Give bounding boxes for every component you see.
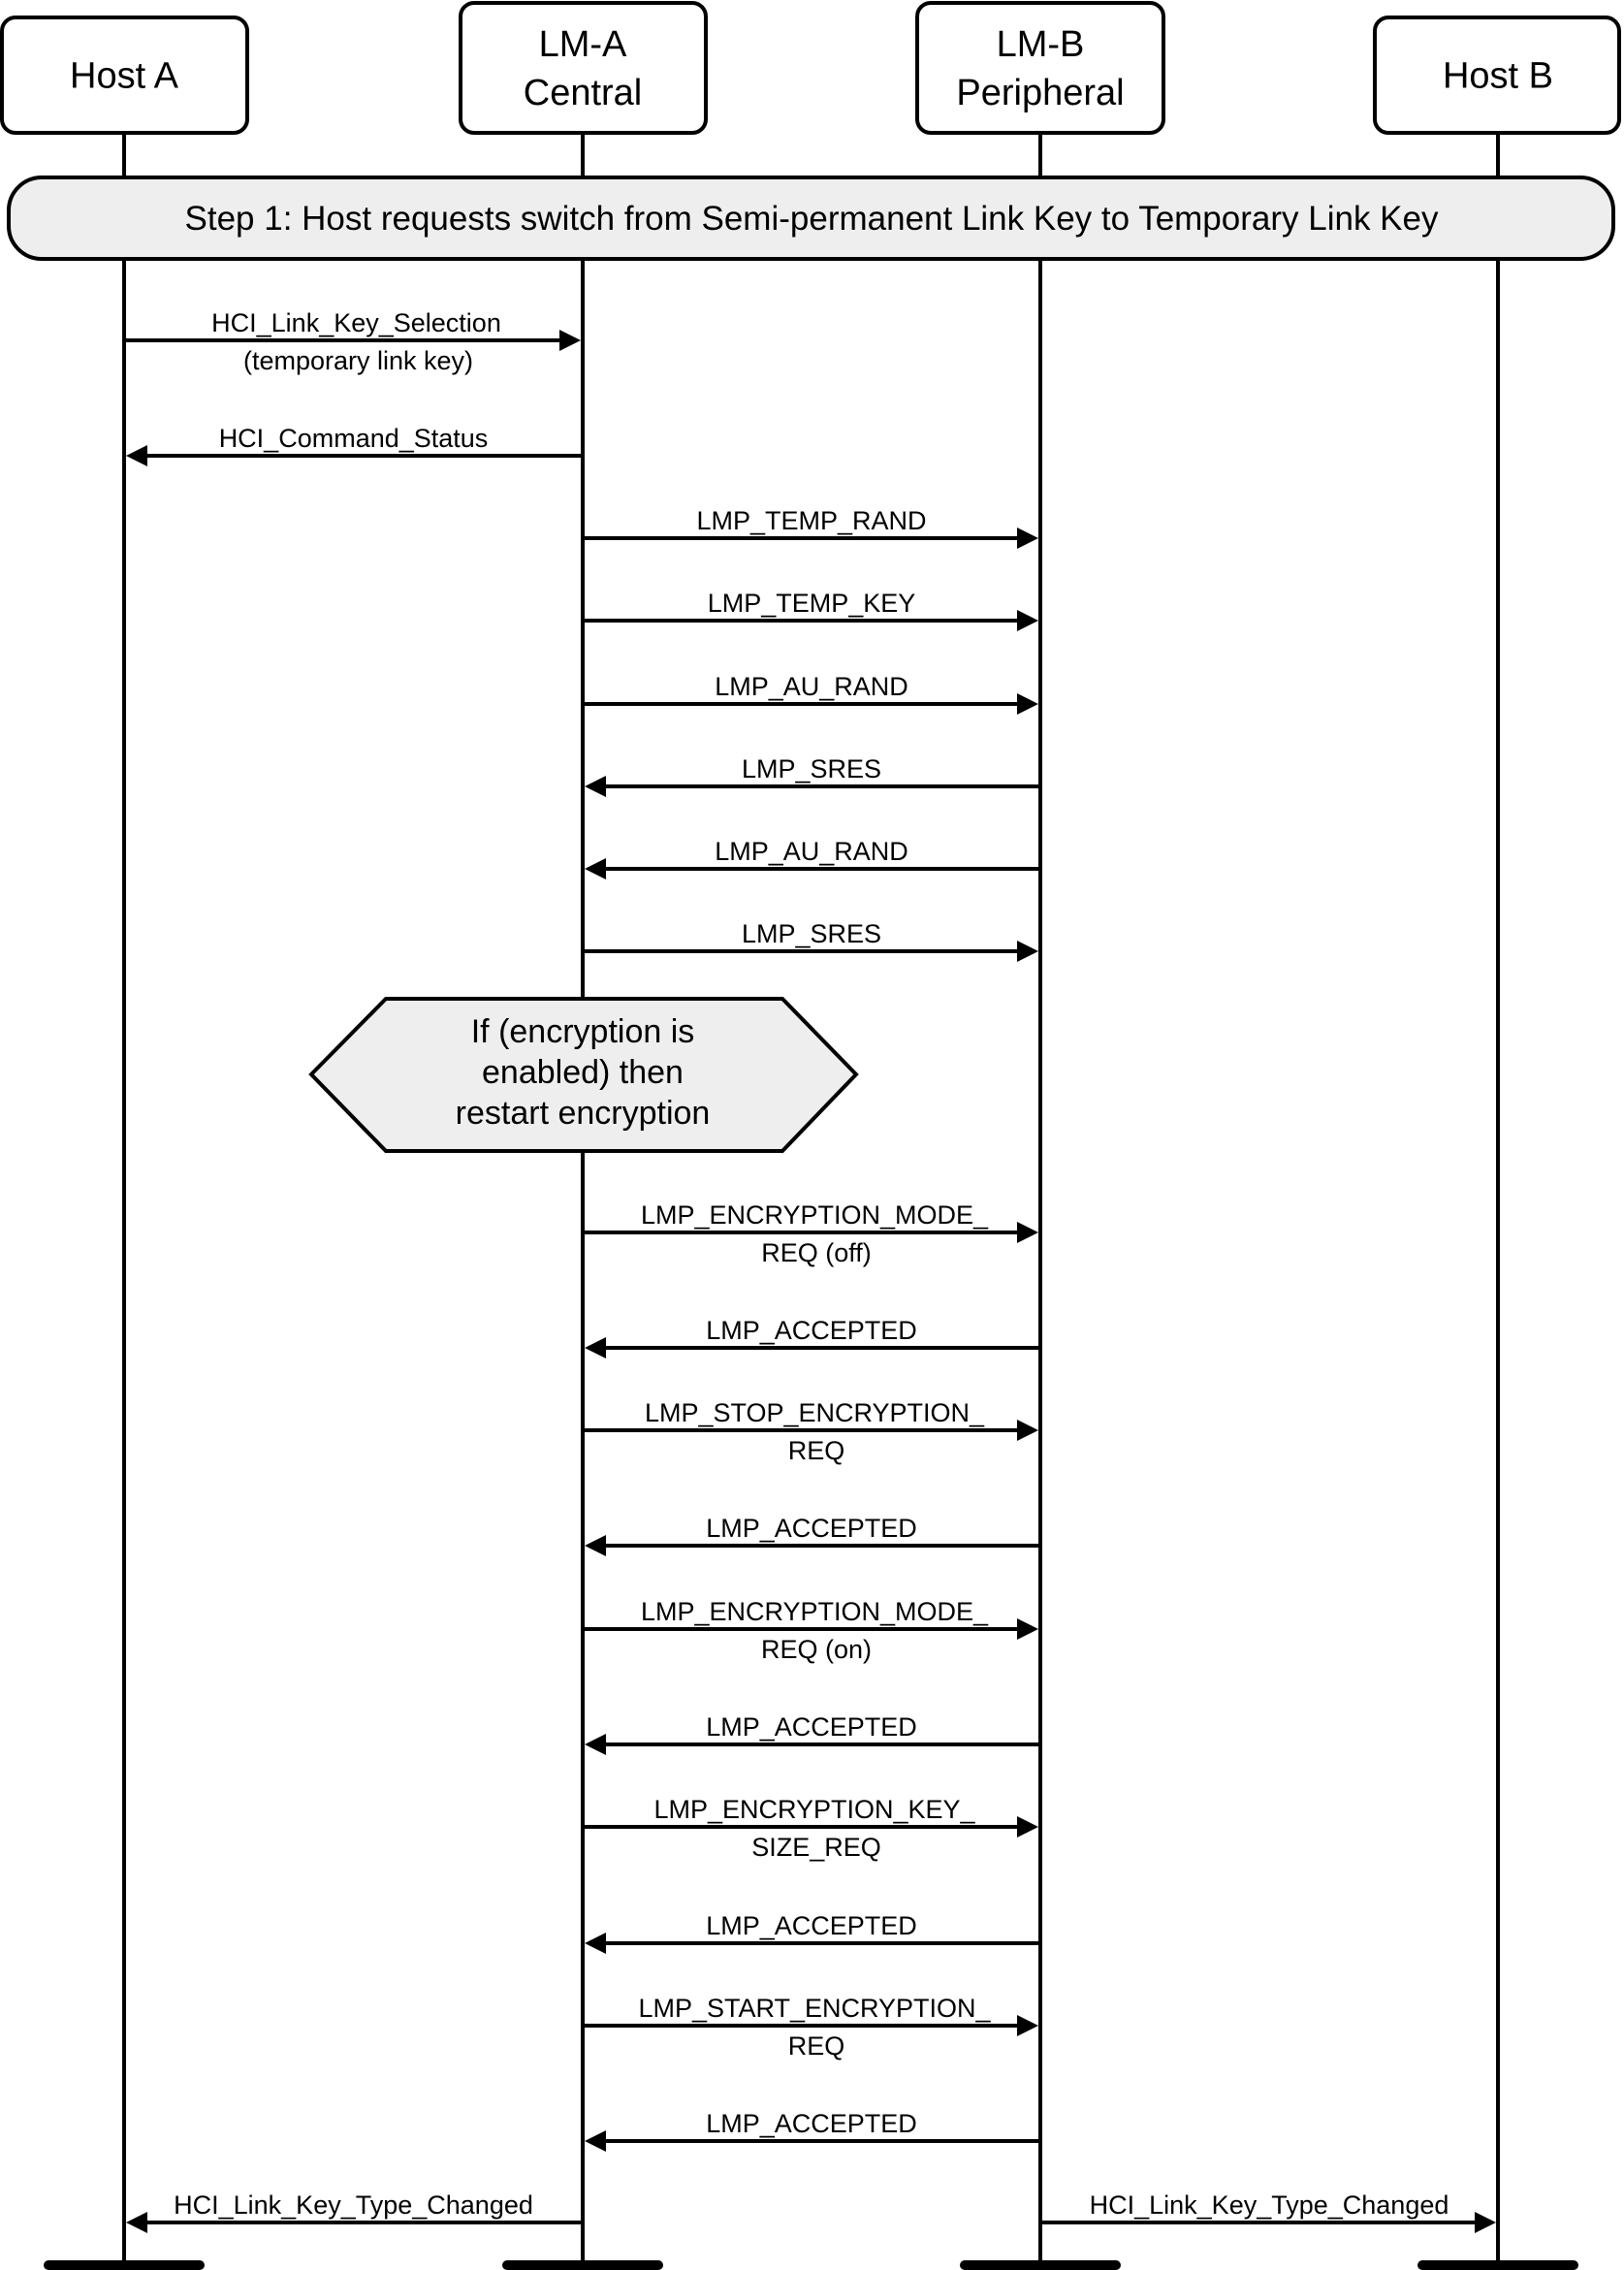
message-arrow: HCI_Command_Status <box>126 424 583 466</box>
messages: HCI_Link_Key_Selection (temporary link ke… <box>124 308 1496 2233</box>
message-label: HCI_Link_Key_Type_Changed <box>174 2190 533 2220</box>
arrowhead-icon <box>585 2130 606 2152</box>
arrowhead-icon <box>1017 693 1038 715</box>
message-label-continued: REQ <box>788 2031 845 2061</box>
message-arrow: LMP_TEMP_RAND <box>583 506 1038 549</box>
arrowhead-icon <box>126 2212 147 2233</box>
arrowhead-icon <box>559 330 581 351</box>
message-label: LMP_ACCEPTED <box>706 1911 917 1940</box>
arrowhead-icon <box>585 858 606 879</box>
message-label: HCI_Command_Status <box>219 424 489 453</box>
participant-headers: Host A LM-A Central LM-B Peripheral Host B <box>0 1 1621 135</box>
message-arrow: LMP_START_ENCRYPTION_ REQ <box>583 1994 1038 2061</box>
message-label: LMP_AU_RAND <box>715 672 908 701</box>
message-label: LMP_SRES <box>742 919 881 948</box>
lifeline-ends <box>44 2260 1578 2270</box>
message-arrow: LMP_AU_RAND <box>583 672 1038 715</box>
message-label: LMP_ACCEPTED <box>706 1712 917 1742</box>
message-arrow: LMP_ACCEPTED <box>585 1514 1040 1556</box>
message-label: HCI_Link_Key_Type_Changed <box>1090 2190 1449 2220</box>
message-arrow: HCI_Link_Key_Selection (temporary link ke… <box>124 308 581 375</box>
arrowhead-icon <box>585 1933 606 1954</box>
arrowhead-icon <box>1017 610 1038 631</box>
lifeline-end-bar-hostB <box>1417 2260 1578 2270</box>
arrowhead-icon <box>1017 1420 1038 1441</box>
message-arrow: LMP_ACCEPTED <box>585 1712 1040 1755</box>
participant-label: Host A <box>70 56 179 97</box>
message-label: LMP_ENCRYPTION_MODE_ <box>641 1597 989 1626</box>
message-arrow: LMP_ENCRYPTION_KEY_ SIZE_REQ <box>583 1795 1038 1862</box>
step-banner: Step 1: Host requests switch from Semi-p… <box>7 176 1615 261</box>
participant-label: LM-A <box>539 24 627 65</box>
condition-box: If (encryption is enabled) then restart en… <box>308 997 859 1153</box>
message-arrow: LMP_ACCEPTED <box>585 2109 1040 2152</box>
sequence-diagram: Host A LM-A Central LM-B Peripheral Host B St… <box>0 1 1621 2270</box>
message-label: LMP_ENCRYPTION_KEY_ <box>653 1795 975 1824</box>
message-label: LMP_SRES <box>742 754 881 783</box>
participant-label: Host B <box>1443 56 1553 97</box>
condition-text: restart encryption <box>456 1095 711 1132</box>
condition-text: enabled) then <box>482 1054 684 1091</box>
message-label: LMP_ENCRYPTION_MODE_ <box>641 1200 989 1230</box>
message-arrow: LMP_SRES <box>583 919 1038 962</box>
arrowhead-icon <box>1017 941 1038 962</box>
message-label: LMP_ACCEPTED <box>706 2109 917 2138</box>
message-label-continued: SIZE_REQ <box>751 1833 881 1862</box>
arrowhead-icon <box>1017 1222 1038 1243</box>
message-label: LMP_AU_RAND <box>715 837 908 866</box>
arrowhead-icon <box>585 1535 606 1556</box>
participant-label: Peripheral <box>956 73 1124 113</box>
arrowhead-icon <box>1475 2212 1496 2233</box>
message-arrow: LMP_TEMP_KEY <box>583 589 1038 631</box>
message-label-continued: (temporary link key) <box>243 346 473 375</box>
message-arrow: LMP_ACCEPTED <box>585 1316 1040 1359</box>
message-arrow: LMP_STOP_ENCRYPTION_ REQ <box>583 1398 1038 1465</box>
message-label: LMP_ACCEPTED <box>706 1316 917 1345</box>
message-label-continued: REQ (off) <box>761 1238 872 1267</box>
message-arrow: HCI_Link_Key_Type_Changed <box>1040 2190 1496 2233</box>
lifeline-end-bar-hostA <box>44 2260 205 2270</box>
arrowhead-icon <box>585 1734 606 1755</box>
message-label: LMP_START_ENCRYPTION_ <box>638 1994 991 2023</box>
message-label: LMP_STOP_ENCRYPTION_ <box>645 1398 985 1427</box>
message-label: LMP_TEMP_RAND <box>696 506 926 535</box>
message-arrow: LMP_ENCRYPTION_MODE_ REQ (on) <box>583 1597 1038 1664</box>
message-arrow: LMP_AU_RAND <box>585 837 1040 879</box>
lifeline-end-bar-lmA <box>502 2260 663 2270</box>
message-arrow: HCI_Link_Key_Type_Changed <box>126 2190 583 2233</box>
arrowhead-icon <box>126 445 147 466</box>
arrowhead-icon <box>585 776 606 797</box>
arrowhead-icon <box>1017 1618 1038 1640</box>
message-arrow: LMP_ACCEPTED <box>585 1911 1040 1954</box>
condition-text: If (encryption is <box>471 1013 695 1050</box>
message-label-continued: REQ <box>788 1436 845 1465</box>
arrowhead-icon <box>1017 1816 1038 1838</box>
arrowhead-icon <box>1017 2015 1038 2036</box>
message-arrow: LMP_ENCRYPTION_MODE_ REQ (off) <box>583 1200 1038 1267</box>
message-label-continued: REQ (on) <box>761 1635 872 1664</box>
participant-label: Central <box>524 73 643 113</box>
message-label: HCI_Link_Key_Selection <box>211 308 501 337</box>
step-banner-text: Step 1: Host requests switch from Semi-p… <box>185 200 1439 238</box>
arrowhead-icon <box>1017 528 1038 549</box>
message-label: LMP_ACCEPTED <box>706 1514 917 1543</box>
arrowhead-icon <box>585 1337 606 1359</box>
message-arrow: LMP_SRES <box>585 754 1040 797</box>
message-label: LMP_TEMP_KEY <box>708 589 916 618</box>
lifeline-end-bar-lmB <box>960 2260 1121 2270</box>
participant-label: LM-B <box>997 24 1085 65</box>
